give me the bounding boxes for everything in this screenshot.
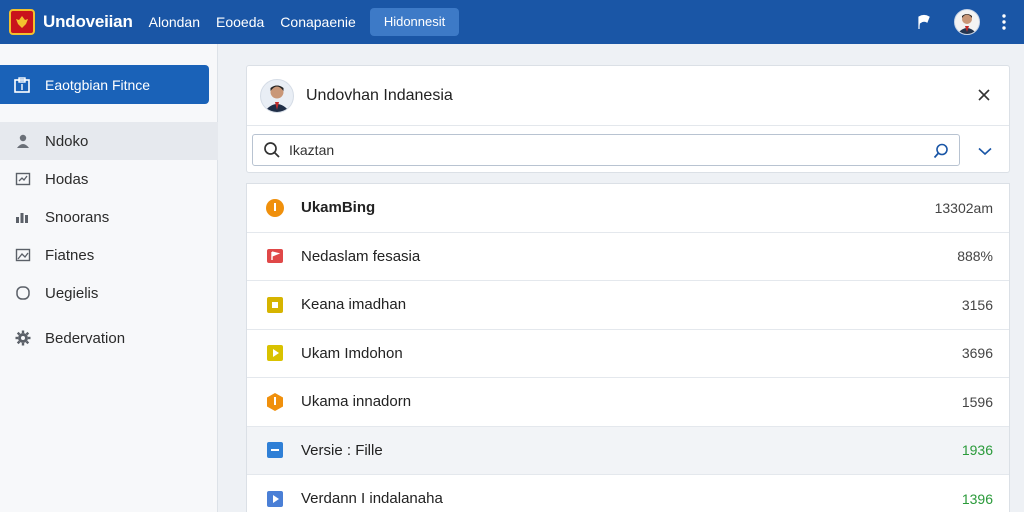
panel-title: Undovhan Indanesia: [306, 86, 453, 104]
play-square-icon: [265, 490, 285, 508]
user-icon: [14, 133, 32, 149]
play-icon: [265, 344, 285, 362]
hexagon-icon: [265, 392, 285, 412]
list-item-value: 888%: [957, 248, 993, 265]
panel-header: Undovhan Indanesia: [247, 66, 1009, 126]
sidebar-item-label: Ndoko: [45, 132, 89, 150]
info-circle-icon: [265, 198, 285, 218]
minus-square-icon: [265, 441, 285, 459]
close-icon[interactable]: [973, 84, 995, 106]
bar-chart-icon: [14, 209, 32, 225]
top-bar: Undoveiian Alondan Eooeda Conapaenie Hid…: [0, 0, 1024, 44]
user-avatar[interactable]: [954, 9, 980, 35]
flag-icon: [265, 248, 285, 264]
list-item-name: Versie : Fille: [301, 441, 383, 459]
search-icon: [263, 141, 285, 159]
sidebar-item-label: Fiatnes: [45, 246, 95, 264]
list-item-value: 3156: [961, 296, 993, 313]
list-item-value: 1596: [961, 393, 993, 410]
image-icon: [14, 247, 32, 263]
nav-tab-active[interactable]: Hidonnesit: [369, 8, 460, 36]
square-icon: [265, 296, 285, 314]
results-list: UkamBing 13302am Nedaslam fesasia 888% K…: [246, 183, 1010, 512]
clipboard-icon: [12, 76, 32, 94]
list-item[interactable]: Keana imadhan 3156: [247, 281, 1009, 330]
search-input[interactable]: [289, 142, 909, 158]
search-panel: Undovhan Indanesia: [246, 65, 1010, 173]
sidebar-item-bedervation[interactable]: Bedervation: [0, 319, 218, 357]
nav-link-3[interactable]: Conapaenie: [280, 14, 356, 30]
sidebar-primary-label: Eaotgbian Fitnce: [45, 76, 151, 93]
search-box: [252, 134, 960, 166]
sidebar: Eaotgbian Fitnce Ndoko Hodas Snoorans Fi…: [0, 44, 218, 512]
profile-avatar[interactable]: [260, 78, 294, 113]
sidebar-item-label: Uegielis: [45, 284, 99, 302]
chart-card-icon: [14, 171, 32, 187]
circle-icon: [14, 285, 32, 301]
list-item[interactable]: Ukam Imdohon 3696: [247, 330, 1009, 378]
list-item[interactable]: Nedaslam fesasia 888%: [247, 233, 1009, 281]
list-item-value: 1936: [961, 442, 993, 459]
list-item[interactable]: Versie : Fille 1936: [247, 426, 1009, 475]
sidebar-item-fiatnes[interactable]: Fiatnes: [0, 236, 218, 274]
nav-link-2[interactable]: Eooeda: [216, 14, 264, 30]
nav-link-1[interactable]: Alondan: [149, 14, 200, 30]
list-item-name: Nedaslam fesasia: [301, 247, 421, 265]
sidebar-item-snoorans[interactable]: Snoorans: [0, 198, 218, 236]
sidebar-item-label: Hodas: [45, 170, 89, 188]
list-item[interactable]: UkamBing 13302am: [247, 184, 1009, 233]
sidebar-primary-button[interactable]: Eaotgbian Fitnce: [0, 65, 209, 104]
list-item[interactable]: Ukama innadorn 1596: [247, 378, 1009, 427]
gear-icon: [14, 329, 32, 347]
flag-icon[interactable]: [912, 10, 936, 34]
list-item-name: Keana imadhan: [301, 296, 407, 314]
sidebar-item-label: Snoorans: [45, 208, 110, 226]
more-options-icon[interactable]: [996, 10, 1012, 34]
sidebar-item-ndoko[interactable]: Ndoko: [0, 122, 218, 160]
list-item-name: Verdann I indalanaha: [301, 490, 443, 508]
list-item-value: 3696: [961, 345, 993, 362]
list-item-name: Ukam Imdohon: [301, 344, 403, 362]
list-item-name: UkamBing: [301, 199, 376, 217]
list-item-value: 1396: [961, 490, 993, 507]
app-brand[interactable]: Undoveiian: [43, 12, 133, 32]
emblem-logo-icon[interactable]: [9, 9, 35, 35]
sidebar-item-label: Bedervation: [45, 329, 126, 347]
sidebar-item-uegielis[interactable]: Uegielis: [0, 274, 218, 312]
list-item-value: 13302am: [934, 199, 993, 216]
list-item-name: Ukama innadorn: [301, 393, 412, 411]
list-item[interactable]: Verdann I indalanaha 1396: [247, 475, 1009, 512]
search-submit-icon[interactable]: [929, 139, 953, 163]
chevron-down-icon[interactable]: [975, 141, 995, 161]
sidebar-item-hodas[interactable]: Hodas: [0, 160, 218, 198]
search-row: [247, 126, 1009, 173]
